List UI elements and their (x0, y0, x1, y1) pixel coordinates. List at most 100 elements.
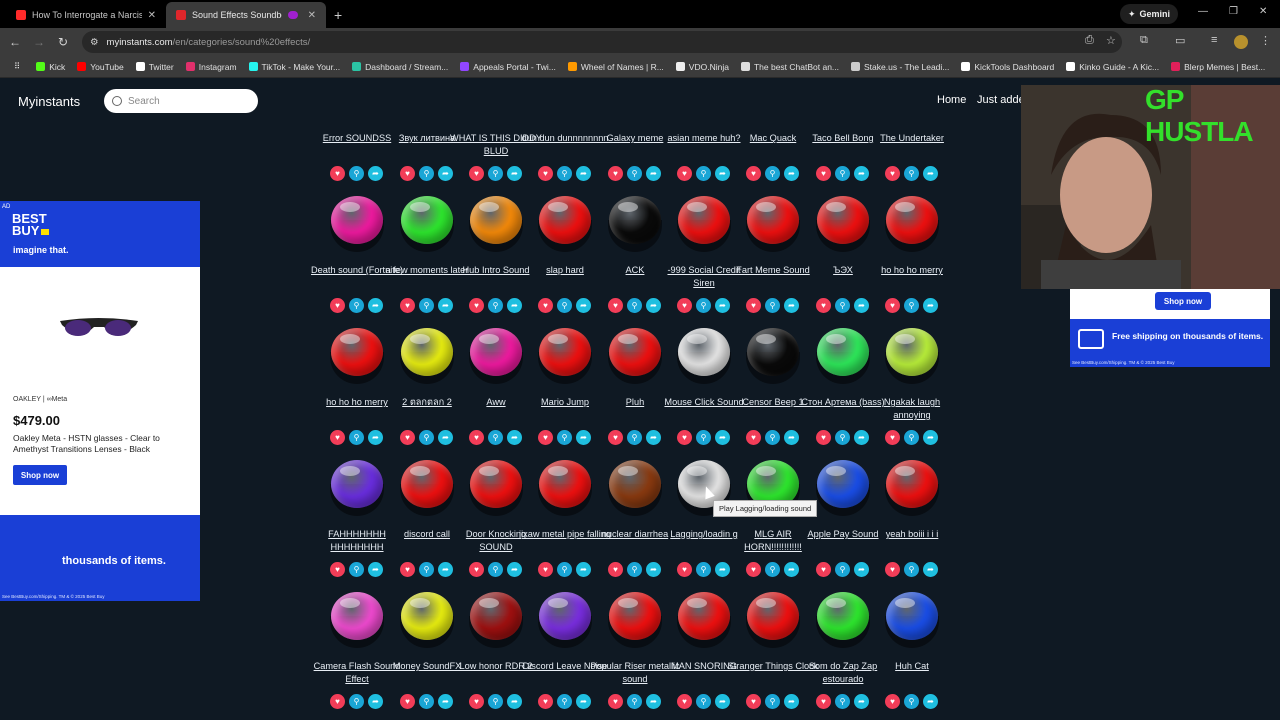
bookmark-item[interactable]: Dashboard / Stream... (346, 62, 454, 72)
close-window-icon[interactable]: ✕ (1259, 6, 1267, 17)
play-sound-button[interactable] (606, 328, 664, 386)
share-icon[interactable]: ➦ (715, 166, 730, 181)
favorite-icon[interactable]: ♥ (330, 166, 345, 181)
media-icon[interactable]: ≡ (1211, 34, 1217, 46)
favorite-icon[interactable]: ♥ (746, 166, 761, 181)
share-icon[interactable]: ➦ (715, 430, 730, 445)
share-icon[interactable]: ➦ (784, 166, 799, 181)
play-sound-button[interactable] (606, 196, 664, 254)
ad-shop-button[interactable]: Shop now (13, 465, 67, 485)
play-sound-button[interactable] (606, 592, 664, 650)
gemini-button[interactable]: ✦ Gemini (1120, 4, 1179, 24)
link-icon[interactable]: ⚲ (488, 166, 503, 181)
tab-soundboard[interactable]: Sound Effects Soundboard ✕ (166, 2, 326, 28)
play-sound-button[interactable] (536, 196, 594, 254)
bookmark-item[interactable]: TikTok - Make Your... (243, 62, 347, 72)
nav-home[interactable]: Home (937, 94, 966, 106)
link-icon[interactable]: ⚲ (696, 562, 711, 577)
link-icon[interactable]: ⚲ (419, 166, 434, 181)
play-sound-button[interactable] (883, 328, 941, 386)
share-icon[interactable]: ➦ (576, 562, 591, 577)
share-icon[interactable]: ➦ (715, 694, 730, 709)
new-tab-button[interactable]: + (334, 2, 342, 28)
link-icon[interactable]: ⚲ (557, 562, 572, 577)
share-icon[interactable]: ➦ (576, 694, 591, 709)
favorite-icon[interactable]: ♥ (677, 430, 692, 445)
favorite-icon[interactable]: ♥ (816, 694, 831, 709)
close-icon[interactable]: ✕ (148, 10, 156, 21)
share-icon[interactable]: ➦ (923, 430, 938, 445)
link-icon[interactable]: ⚲ (419, 430, 434, 445)
play-sound-button[interactable] (814, 196, 872, 254)
play-sound-button[interactable] (744, 328, 802, 386)
favorite-icon[interactable]: ♥ (400, 166, 415, 181)
share-icon[interactable]: ➦ (438, 562, 453, 577)
share-icon[interactable]: ➦ (507, 694, 522, 709)
share-icon[interactable]: ➦ (646, 430, 661, 445)
share-icon[interactable]: ➦ (576, 298, 591, 313)
bookmark-item[interactable]: YouTube (71, 62, 129, 72)
share-icon[interactable]: ➦ (854, 298, 869, 313)
favorite-icon[interactable]: ♥ (885, 562, 900, 577)
favorite-icon[interactable]: ♥ (400, 430, 415, 445)
link-icon[interactable]: ⚲ (627, 166, 642, 181)
link-icon[interactable]: ⚲ (904, 166, 919, 181)
play-sound-button[interactable] (744, 592, 802, 650)
sound-name-link[interactable]: The Undertaker (865, 132, 959, 145)
bookmark-item[interactable]: Twitter (130, 62, 180, 72)
link-icon[interactable]: ⚲ (488, 430, 503, 445)
apps-icon[interactable]: ⠿ (8, 61, 30, 72)
play-sound-button[interactable] (398, 196, 456, 254)
link-icon[interactable]: ⚲ (696, 298, 711, 313)
sound-name-link[interactable]: Ngakak laugh annoying (865, 396, 959, 422)
share-icon[interactable]: ➦ (646, 298, 661, 313)
share-icon[interactable]: ➦ (368, 562, 383, 577)
link-icon[interactable]: ⚲ (627, 562, 642, 577)
share-icon[interactable]: ➦ (715, 562, 730, 577)
favorite-icon[interactable]: ♥ (469, 298, 484, 313)
play-sound-button[interactable] (467, 196, 525, 254)
link-icon[interactable]: ⚲ (904, 298, 919, 313)
play-sound-button[interactable] (814, 592, 872, 650)
play-sound-button[interactable] (606, 460, 664, 518)
favorite-icon[interactable]: ♥ (330, 694, 345, 709)
share-icon[interactable]: ➦ (438, 166, 453, 181)
link-icon[interactable]: ⚲ (835, 562, 850, 577)
favorite-icon[interactable]: ♥ (816, 298, 831, 313)
bookmark-item[interactable]: Stake.us - The Leadi... (845, 62, 955, 72)
bookmark-item[interactable]: Appeals Portal - Twi... (454, 62, 562, 72)
bookmark-item[interactable]: VDO.Ninja (670, 62, 735, 72)
favorite-icon[interactable]: ♥ (469, 694, 484, 709)
favorite-icon[interactable]: ♥ (469, 430, 484, 445)
favorite-icon[interactable]: ♥ (677, 166, 692, 181)
favorite-icon[interactable]: ♥ (330, 562, 345, 577)
share-icon[interactable]: ➦ (854, 694, 869, 709)
play-sound-button[interactable] (467, 460, 525, 518)
play-sound-button[interactable] (883, 592, 941, 650)
favorite-icon[interactable]: ♥ (608, 562, 623, 577)
play-sound-button[interactable] (328, 592, 386, 650)
link-icon[interactable]: ⚲ (835, 298, 850, 313)
favorite-icon[interactable]: ♥ (400, 298, 415, 313)
link-icon[interactable]: ⚲ (835, 166, 850, 181)
favorite-icon[interactable]: ♥ (538, 166, 553, 181)
tab-narcissist[interactable]: How To Interrogate a Narcissist ✕ (6, 2, 166, 28)
play-sound-button[interactable] (467, 592, 525, 650)
favorite-icon[interactable]: ♥ (746, 562, 761, 577)
favorite-icon[interactable]: ♥ (816, 430, 831, 445)
favorite-icon[interactable]: ♥ (608, 298, 623, 313)
link-icon[interactable]: ⚲ (627, 430, 642, 445)
play-sound-button[interactable] (398, 460, 456, 518)
favorite-icon[interactable]: ♥ (608, 694, 623, 709)
play-sound-button[interactable] (536, 592, 594, 650)
link-icon[interactable]: ⚲ (696, 166, 711, 181)
favorite-icon[interactable]: ♥ (469, 166, 484, 181)
favorite-icon[interactable]: ♥ (885, 298, 900, 313)
play-sound-button[interactable] (675, 196, 733, 254)
address-bar[interactable]: ⚙ myinstants.com/en/categories/sound%20e… (82, 31, 1122, 53)
bookmark-item[interactable]: Blerp Memes | Best... (1165, 62, 1271, 72)
back-icon[interactable]: ← (3, 35, 27, 49)
share-icon[interactable]: ➦ (646, 694, 661, 709)
favorite-icon[interactable]: ♥ (608, 166, 623, 181)
play-sound-button[interactable] (328, 328, 386, 386)
